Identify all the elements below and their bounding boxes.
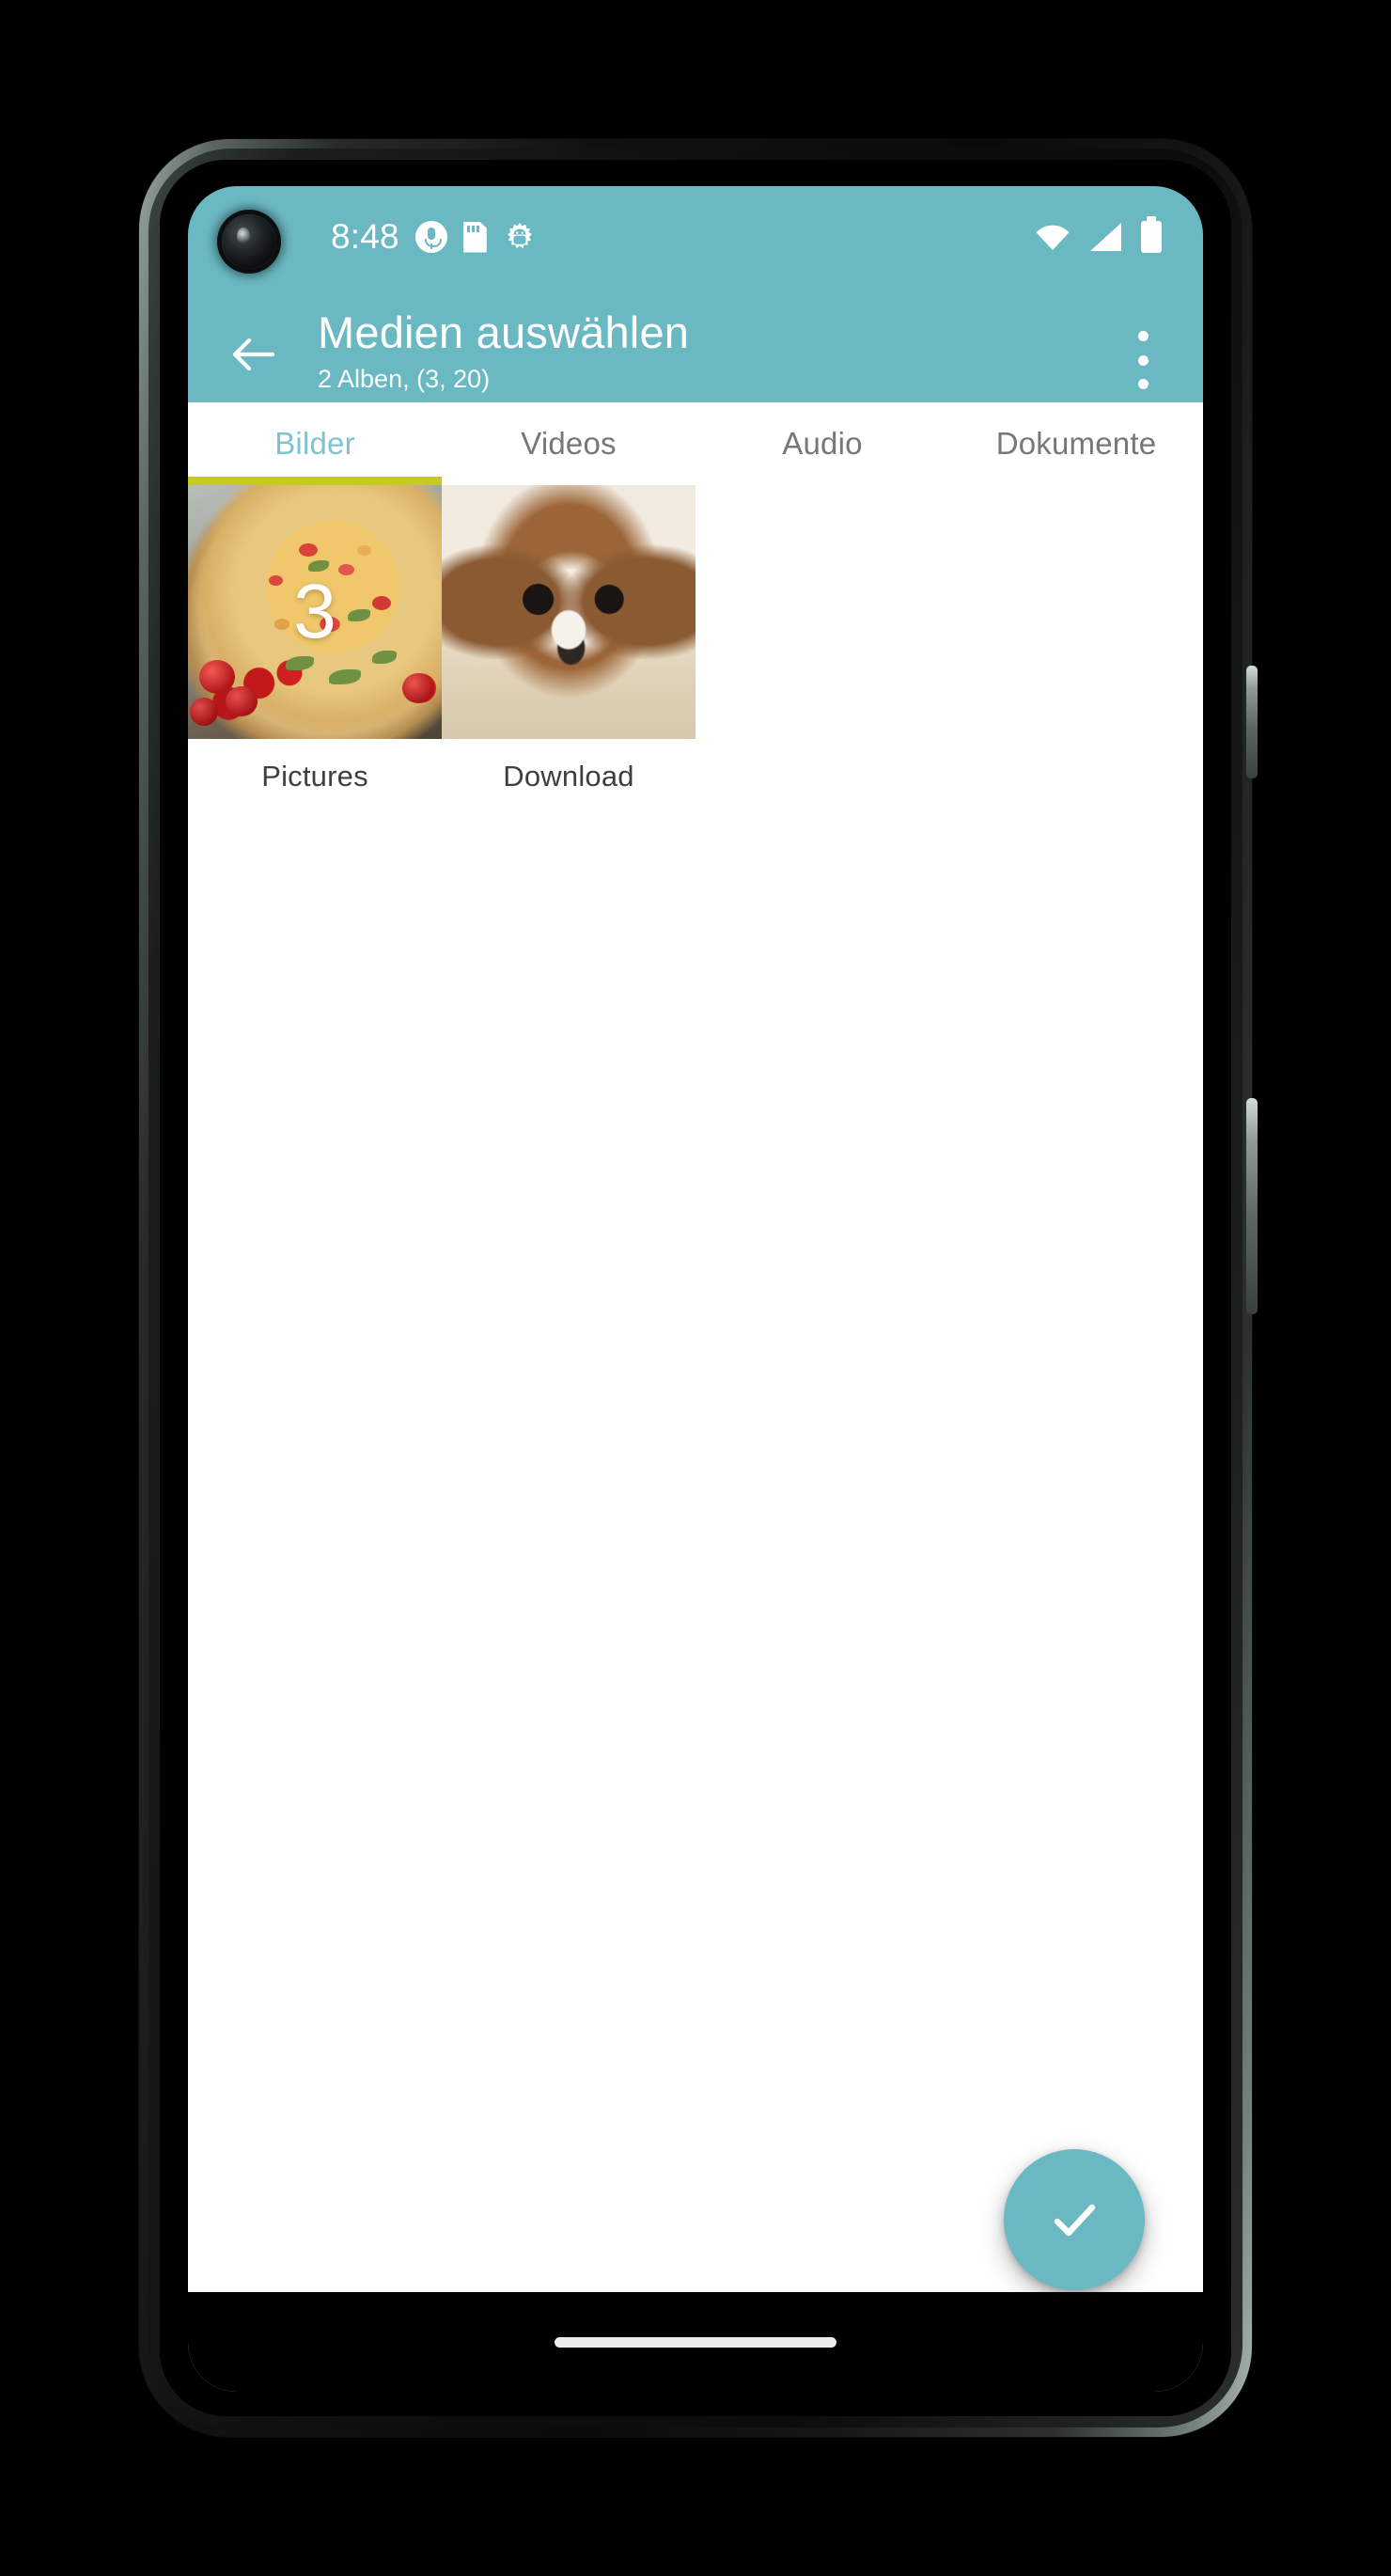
front-camera-icon (222, 214, 276, 269)
album-label: Download (503, 760, 634, 793)
tab-bar: Bilder Videos Audio Dokumente (188, 402, 1203, 485)
tab-label: Audio (782, 426, 863, 461)
more-vertical-icon[interactable] (1122, 331, 1164, 389)
app-bar-titles: Medien auswählen 2 Alben, (3, 20) (318, 306, 689, 399)
battery-icon (1141, 216, 1162, 253)
mic-icon (414, 221, 447, 253)
tab-label: Videos (521, 426, 617, 461)
puppy-photo (442, 485, 696, 739)
tab-videos[interactable]: Videos (442, 402, 696, 485)
app-bar: Medien auswählen 2 Alben, (3, 20) (188, 288, 1203, 402)
tab-audio[interactable]: Audio (696, 402, 949, 485)
tab-bilder[interactable]: Bilder (188, 402, 442, 485)
status-bar: 8:48 (188, 186, 1203, 288)
album-label: Pictures (261, 760, 368, 793)
album-count-badge: 3 (293, 569, 336, 654)
volume-button[interactable] (1246, 1098, 1258, 1314)
page-subtitle: 2 Alben, (3, 20) (318, 365, 491, 394)
wifi-icon (1035, 223, 1071, 251)
tab-label: Dokumente (995, 426, 1157, 461)
phone-screen: 8:48 Medien auswählen 2 Alben, (3, 20) B… (188, 186, 1203, 2392)
check-icon (1054, 2204, 1096, 2237)
status-clock: 8:48 (331, 217, 399, 256)
album-grid: 3 Pictures Download (188, 485, 1203, 793)
back-button[interactable] (226, 325, 284, 384)
tab-active-indicator (188, 477, 442, 485)
android-debug-icon (503, 221, 537, 253)
tab-label: Bilder (274, 426, 355, 461)
home-gesture-pill[interactable] (555, 2336, 836, 2348)
page-title: Medien auswählen (318, 307, 690, 357)
confirm-selection-fab[interactable] (1004, 2149, 1145, 2290)
tab-dokumente[interactable]: Dokumente (949, 402, 1203, 485)
album-thumbnail[interactable]: 3 (188, 485, 442, 739)
album-item-pictures[interactable]: 3 Pictures (188, 485, 442, 793)
screenshot-root: 8:48 Medien auswählen 2 Alben, (3, 20) B… (0, 0, 1391, 2576)
album-thumbnail[interactable] (442, 485, 696, 739)
sd-card-icon (462, 221, 487, 253)
system-navigation-bar (188, 2292, 1203, 2392)
cellular-signal-icon (1090, 223, 1121, 251)
status-bar-left: 8:48 (331, 217, 537, 257)
album-grid-container: 3 Pictures Download (188, 485, 1203, 2392)
album-item-download[interactable]: Download (442, 485, 696, 793)
power-button[interactable] (1246, 666, 1258, 778)
status-bar-right (1035, 216, 1162, 253)
